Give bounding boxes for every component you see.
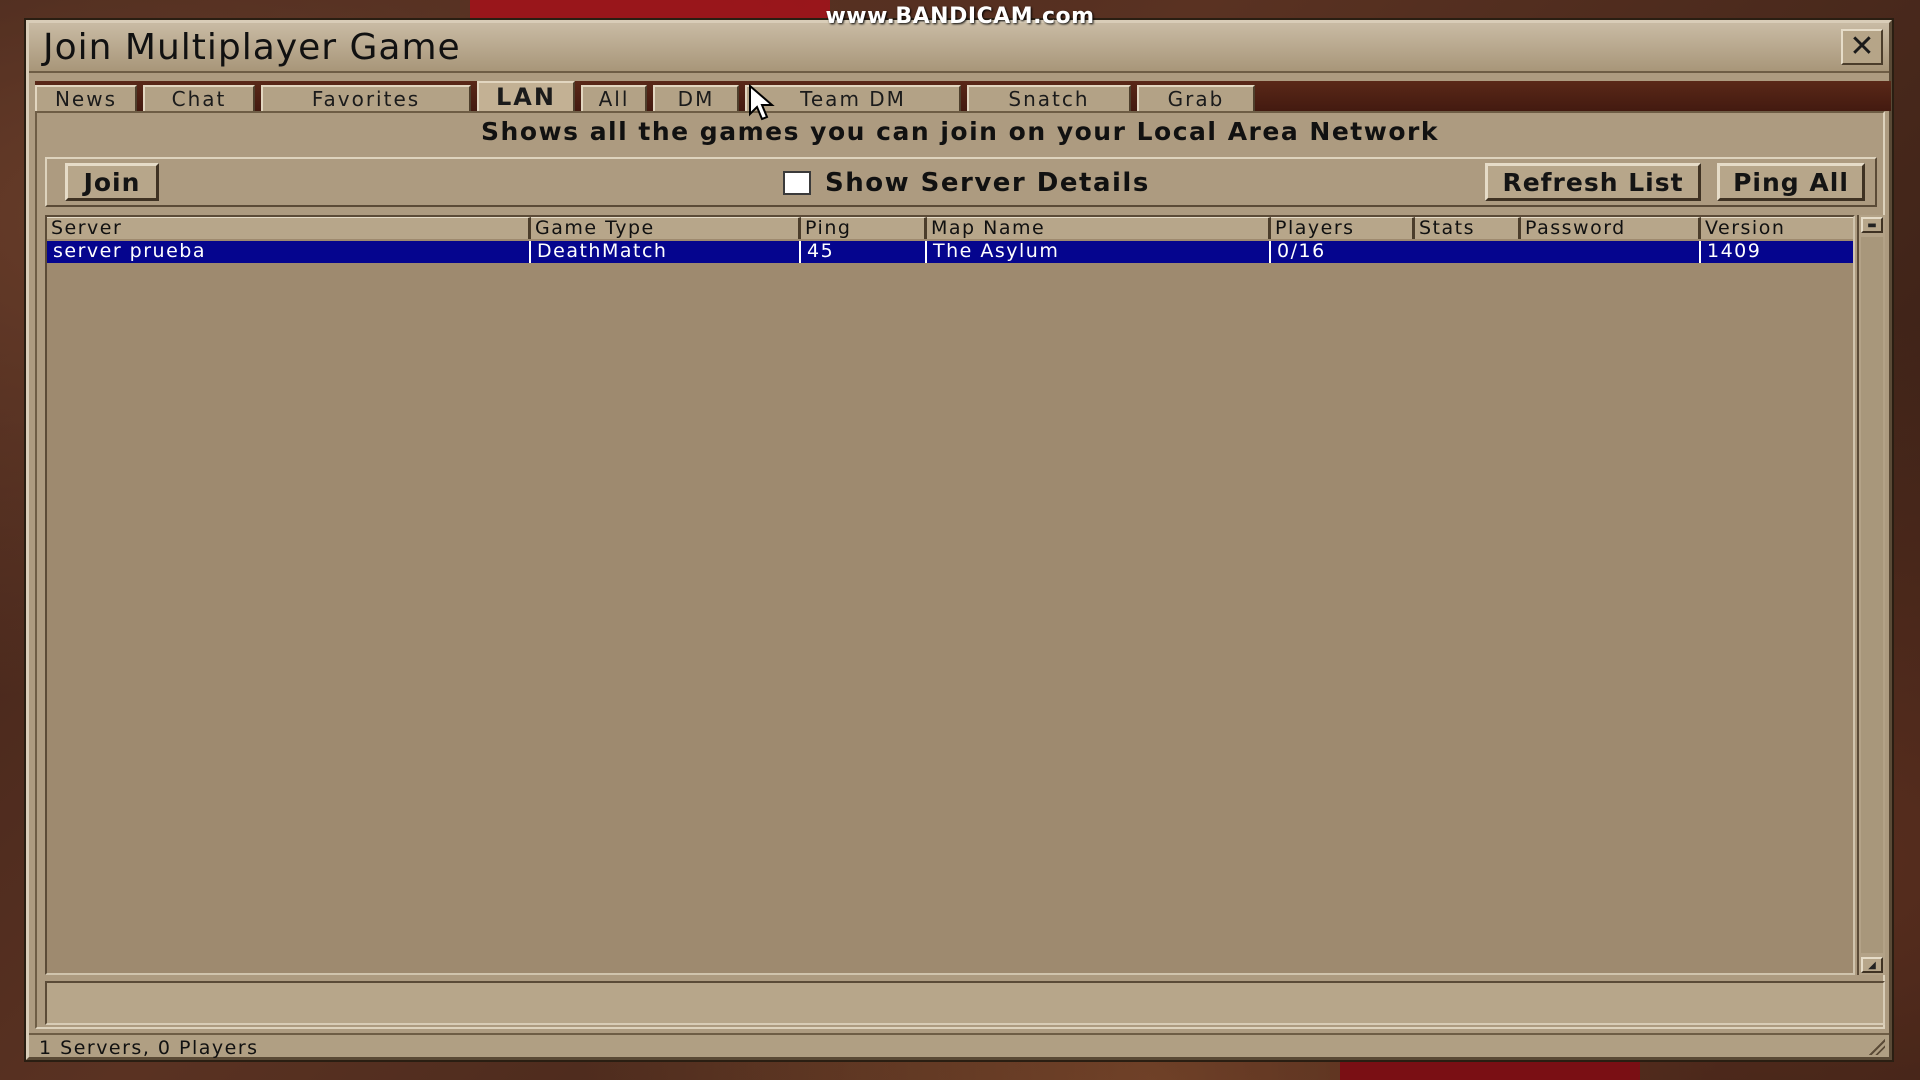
- refresh-list-button[interactable]: Refresh List: [1485, 163, 1701, 201]
- mouse-cursor-icon: [749, 84, 775, 121]
- column-header-game-type[interactable]: Game Type: [531, 217, 801, 239]
- tab-grab[interactable]: Grab: [1137, 85, 1255, 111]
- column-header-players[interactable]: Players: [1271, 217, 1415, 239]
- tab-chat[interactable]: Chat: [143, 85, 255, 111]
- scroll-track[interactable]: [1861, 237, 1883, 953]
- recording-watermark: www.BANDICAM.com: [825, 4, 1095, 29]
- ping-all-button[interactable]: Ping All: [1717, 163, 1865, 201]
- window-title: Join Multiplayer Game: [43, 27, 461, 68]
- cell-version: 1409: [1707, 241, 1762, 262]
- server-toolbar: Join Show Server Details Refresh List Pi…: [45, 157, 1877, 207]
- show-server-details-checkbox[interactable]: [783, 171, 811, 195]
- table-row[interactable]: server prueba DeathMatch 45 The Asylum 0…: [47, 241, 1853, 263]
- title-bar[interactable]: Join Multiplayer Game ✕: [29, 23, 1889, 73]
- show-server-details-toggle[interactable]: Show Server Details: [783, 165, 1150, 201]
- cell-password: [1521, 241, 1701, 263]
- scroll-down-icon: ◢: [1868, 959, 1876, 971]
- close-button[interactable]: ✕: [1841, 29, 1883, 65]
- cell-ping: 45: [801, 241, 927, 263]
- tab-bar: News Chat Favorites LAN All DM Team DM S…: [35, 81, 1285, 111]
- cell-game-type: DeathMatch: [531, 241, 801, 263]
- cell-map-name: The Asylum: [927, 241, 1271, 263]
- status-bar: 1 Servers, 0 Players: [29, 1033, 1889, 1059]
- tab-lan[interactable]: LAN: [477, 81, 575, 111]
- server-list-header: Server Game Type Ping Map Name Players S…: [47, 217, 1853, 239]
- tab-dm[interactable]: DM: [653, 85, 739, 111]
- column-header-server[interactable]: Server: [47, 217, 531, 239]
- server-details-panel: [45, 981, 1885, 1025]
- column-header-stats[interactable]: Stats: [1415, 217, 1521, 239]
- tab-description: Shows all the games you can join on your…: [481, 117, 1439, 146]
- lan-panel: Shows all the games you can join on your…: [35, 111, 1885, 1029]
- cell-stats: [1415, 241, 1521, 263]
- scroll-down-button[interactable]: ◢: [1861, 957, 1883, 973]
- column-header-version[interactable]: Version: [1701, 217, 1853, 239]
- server-list-scrollbar[interactable]: ▬ ◢: [1857, 215, 1885, 975]
- background-banner-bottom: [1340, 1060, 1640, 1080]
- close-icon: ✕: [1849, 29, 1875, 64]
- resize-grip-icon[interactable]: [1869, 1039, 1885, 1055]
- cell-server: server prueba: [47, 241, 531, 263]
- tab-favorites[interactable]: Favorites: [261, 85, 471, 111]
- tab-all[interactable]: All: [581, 85, 647, 111]
- join-button[interactable]: Join: [65, 163, 159, 201]
- tab-snatch[interactable]: Snatch: [967, 85, 1131, 111]
- scroll-up-button[interactable]: ▬: [1861, 217, 1883, 233]
- column-header-map-name[interactable]: Map Name: [927, 217, 1271, 239]
- scroll-up-icon: ▬: [1867, 219, 1877, 231]
- show-server-details-label: Show Server Details: [825, 168, 1150, 198]
- server-list[interactable]: Server Game Type Ping Map Name Players S…: [45, 215, 1855, 975]
- tab-news[interactable]: News: [35, 85, 137, 111]
- column-header-password[interactable]: Password: [1521, 217, 1701, 239]
- join-multiplayer-dialog: Join Multiplayer Game ✕ News Chat Favori…: [26, 20, 1892, 1060]
- column-header-ping[interactable]: Ping: [801, 217, 927, 239]
- cell-players: 0/16: [1277, 241, 1326, 262]
- status-text: 1 Servers, 0 Players: [39, 1037, 259, 1059]
